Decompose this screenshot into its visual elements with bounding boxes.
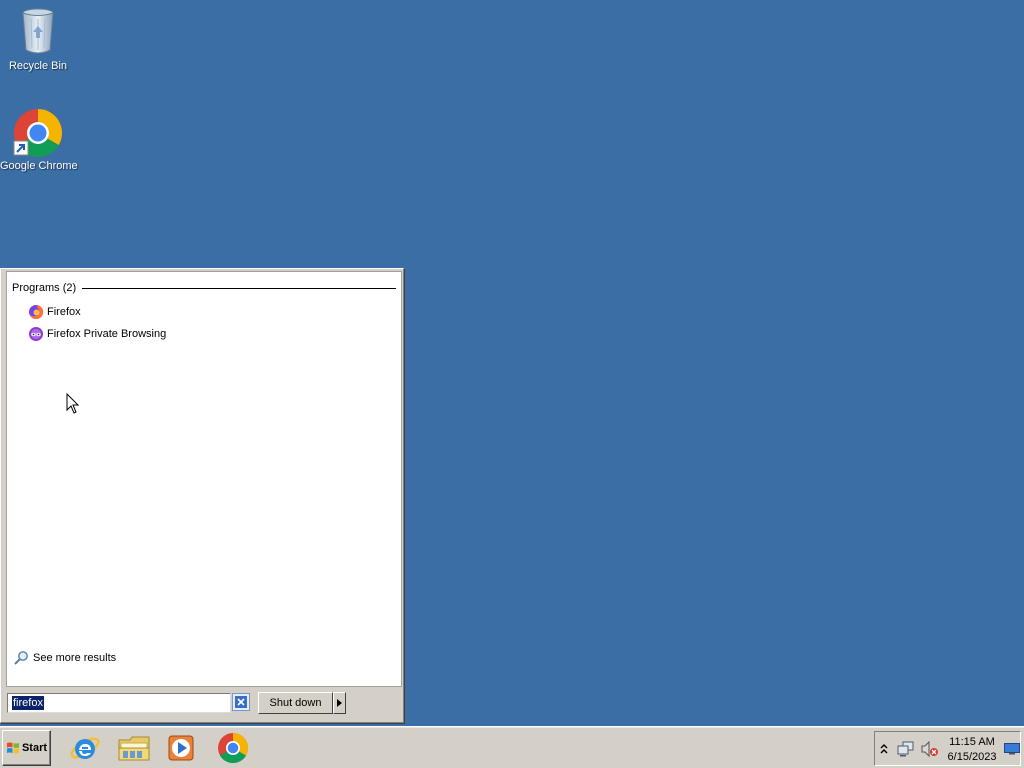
- taskbar-pin-internet-explorer[interactable]: [68, 731, 102, 765]
- start-search-box[interactable]: firefox: [7, 693, 231, 713]
- close-icon: [235, 696, 247, 708]
- start-menu: Programs (2) Firefox Firefox Private Bro…: [0, 268, 404, 723]
- show-hidden-icons-button[interactable]: [880, 743, 888, 758]
- chrome-icon: [13, 108, 63, 158]
- shut-down-button[interactable]: Shut down: [258, 692, 333, 714]
- start-button[interactable]: Start: [2, 730, 51, 766]
- shut-down-label: Shut down: [269, 697, 322, 709]
- windows-logo-icon: [6, 742, 19, 754]
- see-more-label: See more results: [33, 652, 117, 664]
- chevron-up-icon: [880, 744, 888, 754]
- recycle-bin-icon: [22, 8, 54, 54]
- firefox-private-icon: [29, 327, 43, 341]
- firefox-icon: [29, 304, 44, 319]
- taskbar-pin-file-explorer[interactable]: [117, 731, 151, 765]
- network-status-button[interactable]: [897, 741, 915, 760]
- desktop-icon-google-chrome[interactable]: Google Chrome: [0, 108, 78, 172]
- section-header-programs: Programs (2): [12, 282, 396, 294]
- taskbar-pin-media-player[interactable]: [164, 731, 198, 765]
- result-item-label: Firefox: [47, 306, 81, 318]
- result-item-firefox[interactable]: Firefox: [25, 302, 84, 322]
- file-explorer-icon: [118, 736, 150, 761]
- desktop-icon-label: Recycle Bin: [8, 60, 68, 72]
- volume-muted-icon: [921, 740, 938, 758]
- show-desktop-icon: [1004, 743, 1020, 755]
- network-icon: [897, 741, 914, 757]
- shut-down-options-button[interactable]: [333, 692, 346, 714]
- mouse-cursor-icon: [66, 393, 80, 414]
- desktop-icon-recycle-bin[interactable]: Recycle Bin: [0, 4, 76, 72]
- volume-button[interactable]: [921, 740, 939, 760]
- search-selected-text: firefox: [12, 696, 44, 710]
- desktop-icon-label: Google Chrome: [0, 160, 78, 172]
- search-results-pane: Programs (2) Firefox Firefox Private Bro…: [6, 271, 402, 687]
- clear-search-button[interactable]: [232, 693, 250, 711]
- media-player-icon: [168, 735, 194, 761]
- taskbar: Start 11:15 AM 6/15/2023: [0, 726, 1024, 768]
- result-item-label: Firefox Private Browsing: [47, 328, 167, 340]
- chrome-icon: [218, 733, 249, 764]
- see-more-results-link[interactable]: See more results: [13, 650, 116, 666]
- result-item-firefox-private-browsing[interactable]: Firefox Private Browsing: [25, 324, 169, 344]
- taskbar-pin-google-chrome[interactable]: [216, 731, 250, 765]
- internet-explorer-icon: [70, 737, 100, 759]
- start-button-label: Start: [21, 742, 48, 754]
- show-desktop-button[interactable]: [1004, 743, 1020, 758]
- system-clock[interactable]: 11:15 AM 6/15/2023: [945, 735, 999, 765]
- chevron-right-icon: [337, 699, 342, 707]
- magnifier-icon: [14, 651, 28, 665]
- clock-date: 6/15/2023: [947, 751, 997, 763]
- clock-time: 11:15 AM: [949, 736, 995, 748]
- notification-area: 11:15 AM 6/15/2023: [874, 731, 1021, 766]
- section-header-label: Programs (2): [12, 282, 77, 294]
- divider: [82, 287, 396, 289]
